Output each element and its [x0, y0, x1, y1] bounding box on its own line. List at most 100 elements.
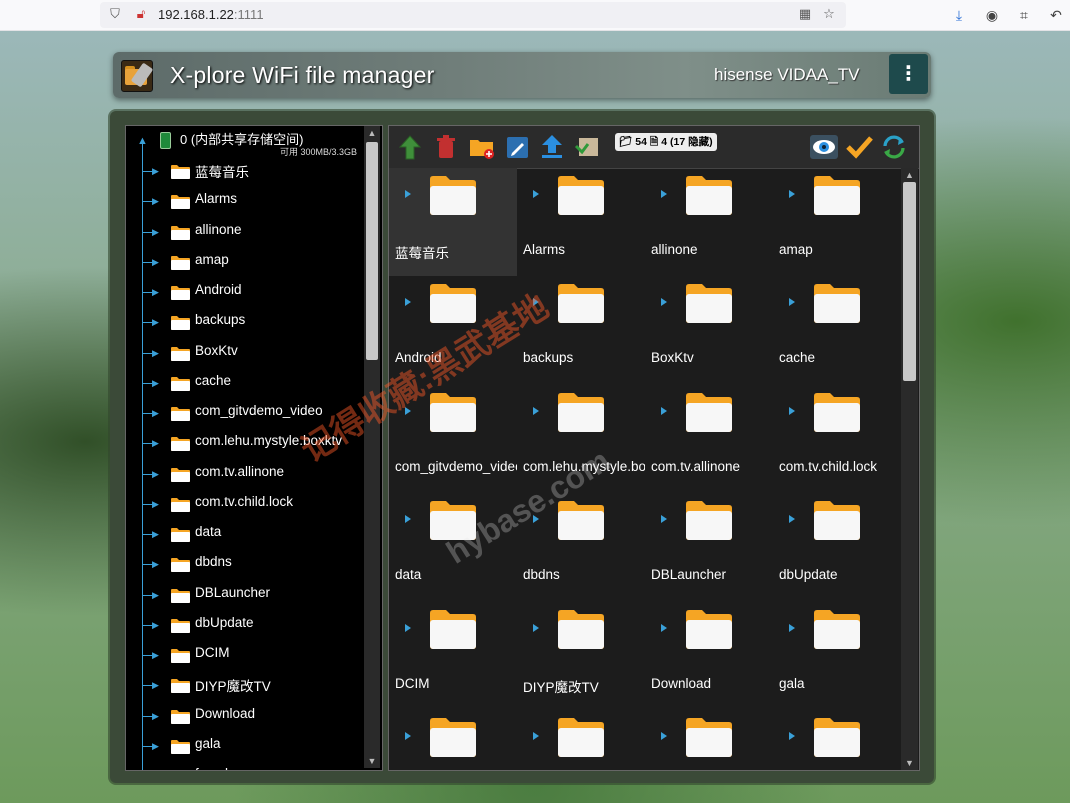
address-bar[interactable]: ⛉ 🔓︎ 192.168.1.22:1111 ▦ ☆: [100, 2, 846, 28]
back-arrow-icon[interactable]: ↶: [1048, 7, 1064, 23]
insecure-lock-icon[interactable]: 🔓︎: [134, 7, 148, 21]
expand-arrow-icon[interactable]: ▶: [152, 257, 159, 267]
tree-root[interactable]: ▲ 0 (内部共享存储空间) 可用 300MB/3.3GB: [126, 126, 366, 157]
expand-arrow-icon[interactable]: [533, 406, 539, 415]
tree-item[interactable]: ▶fused: [126, 761, 366, 770]
tree-scrollbar[interactable]: ▲ ▼: [364, 126, 380, 768]
expand-arrow-icon[interactable]: [789, 623, 795, 632]
expand-arrow-icon[interactable]: [789, 190, 795, 198]
extension-icon[interactable]: ⌗: [1016, 7, 1032, 23]
tree-item[interactable]: ▶ dbUpdate: [126, 610, 366, 640]
expand-arrow-icon[interactable]: [661, 298, 667, 307]
expand-arrow-icon[interactable]: ▶: [152, 711, 159, 721]
expand-arrow-icon[interactable]: ▶: [152, 741, 159, 751]
select-checkmark-icon[interactable]: [844, 132, 874, 162]
show-hidden-eye-icon[interactable]: [809, 132, 839, 162]
tree-item[interactable]: ▶ amap: [126, 247, 366, 277]
expand-arrow-icon[interactable]: [789, 298, 795, 307]
expand-arrow-icon[interactable]: [533, 732, 539, 740]
expand-arrow-icon[interactable]: [405, 190, 411, 198]
scrollbar-thumb[interactable]: [366, 142, 378, 360]
tree-item[interactable]: ▶ Alarms: [126, 186, 366, 216]
file-grid-item[interactable]: com.tv.allinone: [645, 385, 773, 493]
file-grid-item[interactable]: gala: [773, 602, 901, 710]
qr-code-icon[interactable]: ▦: [798, 7, 812, 21]
delete-icon[interactable]: [431, 132, 461, 162]
expand-arrow-icon[interactable]: ▶: [152, 166, 159, 176]
tree-item[interactable]: ▶ com.tv.child.lock: [126, 489, 366, 519]
bookmark-star-icon[interactable]: ☆: [822, 7, 836, 21]
tree-item[interactable]: ▶ com.tv.allinone: [126, 459, 366, 489]
file-grid-item[interactable]: [773, 710, 901, 770]
expand-arrow-icon[interactable]: ▶: [152, 227, 159, 237]
tree-item[interactable]: ▶ DIYP魔改TV: [126, 670, 366, 700]
scroll-up-icon[interactable]: ▲: [901, 168, 918, 182]
file-grid-item[interactable]: BoxKtv: [645, 276, 773, 384]
tree-item[interactable]: ▶ DCIM: [126, 640, 366, 670]
expand-arrow-icon[interactable]: ▶: [152, 469, 159, 479]
expand-arrow-icon[interactable]: [405, 515, 411, 524]
expand-arrow-icon[interactable]: ▶: [152, 438, 159, 448]
expand-arrow-icon[interactable]: ▶: [152, 499, 159, 509]
tree-item[interactable]: ▶ BoxKtv: [126, 338, 366, 368]
expand-arrow-icon[interactable]: [533, 190, 539, 198]
expand-arrow-icon[interactable]: ▶: [152, 559, 159, 569]
file-grid-item[interactable]: dbUpdate: [773, 493, 901, 601]
expand-arrow-icon[interactable]: ▶: [152, 590, 159, 600]
tree-item[interactable]: ▶ gala: [126, 731, 366, 761]
account-icon[interactable]: ◉: [984, 7, 1000, 23]
tree-item[interactable]: ▶ cache: [126, 368, 366, 398]
shield-icon[interactable]: ⛉: [108, 7, 122, 21]
file-grid-item[interactable]: DCIM: [389, 602, 517, 710]
rename-edit-icon[interactable]: [503, 132, 533, 162]
file-grid-item[interactable]: amap: [773, 168, 901, 276]
tree-item[interactable]: ▶ Android: [126, 277, 366, 307]
scroll-down-icon[interactable]: ▼: [364, 754, 380, 768]
expand-arrow-icon[interactable]: [661, 623, 667, 632]
file-scrollbar[interactable]: ▲ ▼: [901, 168, 918, 770]
upload-icon[interactable]: [537, 132, 567, 162]
tree-item[interactable]: ▶ data: [126, 519, 366, 549]
new-folder-icon[interactable]: [467, 132, 497, 162]
scroll-down-icon[interactable]: ▼: [901, 756, 918, 770]
expand-arrow-icon[interactable]: ▶: [152, 408, 159, 418]
file-grid-item[interactable]: DBLauncher: [645, 493, 773, 601]
tree-item[interactable]: ▶ backups: [126, 307, 366, 337]
expand-arrow-icon[interactable]: [405, 732, 411, 740]
expand-arrow-icon[interactable]: [789, 732, 795, 740]
expand-arrow-icon[interactable]: [661, 732, 667, 740]
expand-arrow-icon[interactable]: ▶: [152, 620, 159, 630]
url-text[interactable]: 192.168.1.22:1111: [158, 7, 264, 22]
expand-arrow-icon[interactable]: [405, 623, 411, 632]
expand-arrow-icon[interactable]: ▶: [152, 196, 159, 206]
file-grid-item[interactable]: com.tv.child.lock: [773, 385, 901, 493]
expand-arrow-icon[interactable]: ▶: [152, 529, 159, 539]
tree-item[interactable]: ▶ DBLauncher: [126, 580, 366, 610]
expand-arrow-icon[interactable]: ▶: [152, 348, 159, 358]
menu-button[interactable]: ⋮: [889, 54, 928, 94]
tree-item[interactable]: ▶ 蓝莓音乐: [126, 156, 366, 186]
file-grid-item[interactable]: allinone: [645, 168, 773, 276]
expand-arrow-icon[interactable]: ▶: [152, 378, 159, 388]
expand-arrow-icon[interactable]: ▶: [152, 680, 159, 690]
tree-item[interactable]: ▶ allinone: [126, 217, 366, 247]
file-grid-item[interactable]: cache: [773, 276, 901, 384]
file-grid-item[interactable]: [645, 710, 773, 770]
file-grid-item[interactable]: [517, 710, 645, 770]
scroll-up-icon[interactable]: ▲: [364, 126, 380, 140]
expand-arrow-icon[interactable]: ▶: [152, 650, 159, 660]
expand-arrow-icon[interactable]: [661, 406, 667, 415]
download-to-pc-icon[interactable]: [572, 132, 602, 162]
file-grid-item[interactable]: [389, 710, 517, 770]
collapse-arrow-icon[interactable]: ▲: [137, 136, 148, 147]
file-grid-item[interactable]: Download: [645, 602, 773, 710]
expand-arrow-icon[interactable]: ▶: [152, 287, 159, 297]
file-grid-item[interactable]: Alarms: [517, 168, 645, 276]
expand-arrow-icon[interactable]: [661, 515, 667, 524]
download-icon[interactable]: ⤓: [951, 7, 967, 23]
expand-arrow-icon[interactable]: [661, 190, 667, 198]
file-grid-item[interactable]: DIYP魔改TV: [517, 602, 645, 710]
expand-arrow-icon[interactable]: [789, 406, 795, 415]
refresh-icon[interactable]: [879, 132, 909, 162]
tree-item[interactable]: ▶ dbdns: [126, 549, 366, 579]
